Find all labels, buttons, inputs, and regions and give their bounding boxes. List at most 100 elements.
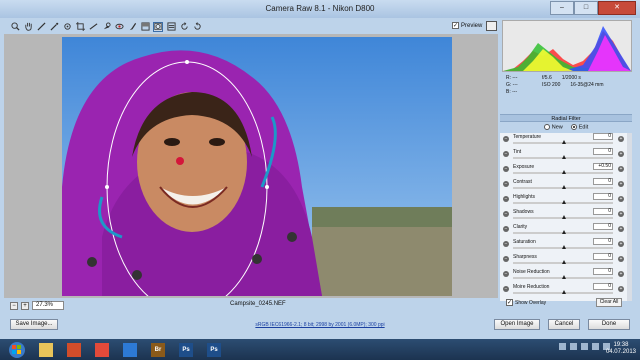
tray-icon[interactable] [570, 343, 577, 350]
slider-value-field[interactable]: 0 [593, 208, 613, 215]
plus-icon[interactable]: + [618, 271, 624, 277]
clock[interactable]: 19:38 04.07.2013 [606, 342, 636, 356]
image-canvas[interactable] [4, 34, 498, 298]
slider-thumb[interactable] [562, 140, 566, 144]
radio-icon[interactable] [543, 124, 550, 130]
slider-label: Saturation [513, 239, 536, 245]
plus-icon[interactable]: + [618, 136, 624, 142]
slider-value-field[interactable]: 0 [593, 133, 613, 140]
minus-icon[interactable]: − [503, 181, 509, 187]
slider-thumb[interactable] [562, 215, 566, 219]
bridge-icon[interactable]: Br [146, 341, 170, 359]
slider-value-field[interactable]: 0 [593, 178, 613, 185]
tray-icon[interactable] [592, 343, 599, 350]
explorer-icon[interactable] [34, 341, 58, 359]
slider-value-field[interactable]: 0 [593, 238, 613, 245]
photo-preview[interactable] [62, 37, 452, 296]
radial-filter-icon[interactable] [153, 21, 163, 32]
show-overlay-checkbox[interactable]: ✓ [506, 299, 513, 306]
zoom-in-icon[interactable]: + [21, 301, 29, 310]
tray-icon[interactable] [581, 343, 588, 350]
minus-icon[interactable]: − [503, 271, 509, 277]
slider-thumb[interactable] [562, 155, 566, 159]
minus-icon[interactable]: − [503, 241, 509, 247]
maximize-button[interactable]: □ [574, 1, 598, 15]
plus-icon[interactable]: + [618, 241, 624, 247]
slider-thumb[interactable] [562, 170, 566, 174]
mode-new[interactable]: New [543, 124, 563, 130]
media-player-icon[interactable] [62, 341, 86, 359]
zoom-level-select[interactable]: 27.3% [32, 301, 64, 310]
g-value: --- [512, 82, 518, 88]
minimize-button[interactable]: – [550, 1, 574, 15]
camera-info: R: --- G: --- B: --- f/5.6 1/2000 s ISO 2… [502, 73, 632, 111]
rotate-cw-icon[interactable] [192, 22, 202, 32]
slider-value-field[interactable]: 0 [593, 283, 613, 290]
fullscreen-icon[interactable] [486, 21, 497, 31]
slider-row: − Moire Reduction 0 + [500, 283, 632, 297]
chrome-icon[interactable] [90, 341, 114, 359]
cancel-button[interactable]: Cancel [548, 319, 580, 330]
window-title: Camera Raw 8.1 - Nikon D800 [265, 4, 375, 13]
straighten-icon[interactable] [88, 22, 98, 32]
show-overlay-toggle[interactable]: ✓ Show Overlay [506, 299, 546, 306]
minus-icon[interactable]: − [503, 226, 509, 232]
plus-icon[interactable]: + [618, 196, 624, 202]
slider-value-field[interactable]: +0.50 [593, 163, 613, 170]
plus-icon[interactable]: + [618, 226, 624, 232]
radio-selected-icon[interactable] [570, 124, 577, 130]
mode-edit[interactable]: Edit [570, 124, 588, 130]
close-button[interactable]: ✕ [598, 1, 636, 15]
preferences-icon[interactable] [166, 22, 176, 32]
plus-icon[interactable]: + [618, 211, 624, 217]
workflow-options-link[interactable]: sRGB IEC61966-2.1; 8 bit; 2998 by 2001 (… [200, 322, 440, 328]
adjustment-brush-icon[interactable] [127, 22, 137, 32]
plus-icon[interactable]: + [618, 181, 624, 187]
photoshop-icon[interactable]: Ps [202, 341, 226, 359]
minus-icon[interactable]: − [503, 256, 509, 262]
preview-checkbox[interactable]: ✓ [452, 22, 459, 29]
slider-thumb[interactable] [562, 260, 566, 264]
windows-start-icon[interactable] [6, 341, 28, 359]
hand-icon[interactable] [23, 22, 33, 32]
slider-thumb[interactable] [562, 275, 566, 279]
slider-thumb[interactable] [562, 200, 566, 204]
slider-thumb[interactable] [562, 290, 566, 294]
rotate-ccw-icon[interactable] [179, 22, 189, 32]
slider-value-field[interactable]: 0 [593, 148, 613, 155]
open-image-button[interactable]: Open Image [494, 319, 540, 330]
done-button[interactable]: Done [588, 319, 630, 330]
slider-value-field[interactable]: 0 [593, 268, 613, 275]
clear-all-button[interactable]: Clear All [596, 298, 622, 307]
plus-icon[interactable]: + [618, 166, 624, 172]
minus-icon[interactable]: − [503, 211, 509, 217]
minus-icon[interactable]: − [503, 136, 509, 142]
white-balance-icon[interactable] [36, 22, 46, 32]
slider-thumb[interactable] [562, 230, 566, 234]
plus-icon[interactable]: + [618, 151, 624, 157]
minus-icon[interactable]: − [503, 196, 509, 202]
minus-icon[interactable]: − [503, 166, 509, 172]
slider-value-field[interactable]: 0 [593, 193, 613, 200]
red-eye-icon[interactable] [114, 22, 124, 32]
zoom-icon[interactable] [10, 22, 20, 32]
save-image-button[interactable]: Save Image... [10, 319, 58, 330]
graduated-filter-icon[interactable] [140, 22, 150, 32]
plus-icon[interactable]: + [618, 256, 624, 262]
snowflake-icon[interactable] [118, 341, 142, 359]
zoom-out-icon[interactable]: − [10, 301, 18, 310]
tray-icon[interactable] [559, 343, 566, 350]
minus-icon[interactable]: − [503, 151, 509, 157]
color-sampler-icon[interactable] [49, 22, 59, 32]
photoshop-icon[interactable]: Ps [174, 341, 198, 359]
slider-thumb[interactable] [562, 245, 566, 249]
slider-value-field[interactable]: 0 [593, 223, 613, 230]
spot-removal-icon[interactable] [101, 22, 111, 32]
slider-value-field[interactable]: 0 [593, 253, 613, 260]
plus-icon[interactable]: + [618, 286, 624, 292]
target-adjust-icon[interactable] [62, 22, 72, 32]
minus-icon[interactable]: − [503, 286, 509, 292]
crop-icon[interactable] [75, 22, 85, 32]
slider-thumb[interactable] [562, 185, 566, 189]
preview-toggle[interactable]: ✓ Preview [452, 22, 482, 29]
